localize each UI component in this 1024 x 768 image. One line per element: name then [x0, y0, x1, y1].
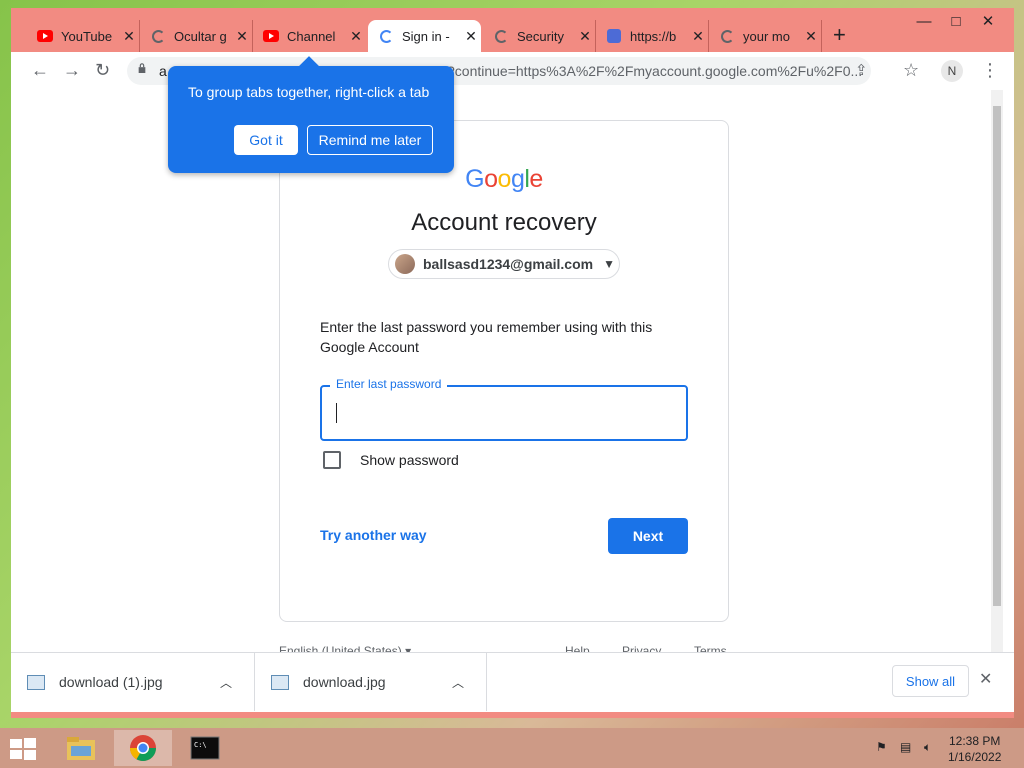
youtube-icon — [37, 28, 53, 44]
tab-your-mo[interactable]: your mo ✕ — [709, 20, 822, 52]
bookmark-star-icon[interactable]: ☆ — [903, 60, 919, 81]
tab-channel[interactable]: Channel ✕ — [253, 20, 366, 52]
close-tab-icon[interactable]: ✕ — [801, 28, 821, 45]
tab-sign-in[interactable]: Sign in - ✕ — [368, 20, 481, 52]
last-password-field[interactable]: Enter last password — [320, 377, 688, 441]
avatar — [395, 254, 415, 274]
lock-icon — [138, 63, 146, 73]
page-title: Account recovery — [411, 209, 597, 236]
got-it-button[interactable]: Got it — [234, 125, 298, 155]
terminal-icon[interactable]: C:\ — [176, 730, 234, 766]
try-another-way-button[interactable]: Try another way — [320, 527, 427, 543]
close-tab-icon[interactable]: ✕ — [461, 28, 481, 45]
youtube-icon — [263, 28, 279, 44]
image-file-icon — [27, 674, 45, 690]
share-icon[interactable]: ⇪ — [855, 61, 868, 79]
recovery-card: Google Account recovery ballsasd1234@gma… — [279, 120, 729, 622]
instruction-text: Enter the last password you remember usi… — [320, 319, 653, 355]
system-clock[interactable]: 12:38 PM 1/16/2022 — [948, 733, 1001, 765]
forward-arrow-icon[interactable]: → — [63, 60, 81, 81]
tab-title: Ocultar g — [174, 28, 227, 44]
download-name: download.jpg — [303, 674, 386, 690]
privacy-link[interactable]: Privacy — [622, 644, 661, 652]
tab-title: YouTube — [61, 28, 113, 44]
flag-icon[interactable]: ⚑ — [876, 740, 890, 754]
show-password-label[interactable]: Show password — [360, 452, 459, 468]
close-tab-icon[interactable]: ✕ — [688, 28, 708, 45]
tab-youtube[interactable]: YouTube ✕ — [27, 20, 140, 52]
field-label: Enter last password — [330, 377, 448, 391]
tab-ocultar[interactable]: Ocultar g ✕ — [140, 20, 253, 52]
google-icon — [150, 28, 166, 44]
close-tab-icon[interactable]: ✕ — [346, 28, 366, 45]
address-prefix: a — [159, 63, 167, 79]
profile-avatar[interactable]: N — [941, 60, 963, 82]
download-shelf: download (1).jpg ︿ download.jpg ︿ Show a… — [11, 652, 1014, 712]
url-text: ?continue=https%3A%2F%2Fmyaccount.google… — [447, 63, 863, 79]
minimize-button[interactable]: — — [909, 10, 939, 32]
show-all-button[interactable]: Show all — [892, 665, 969, 697]
maximize-button[interactable]: □ — [941, 10, 971, 32]
text-caret — [336, 403, 337, 423]
clock-time: 12:38 PM — [949, 734, 1001, 748]
svg-text:C:\: C:\ — [194, 741, 207, 749]
close-tab-icon[interactable]: ✕ — [232, 28, 252, 45]
tab-title: Sign in - — [402, 28, 450, 44]
windows-start-icon[interactable] — [8, 736, 38, 762]
remind-me-later-button[interactable]: Remind me later — [307, 125, 433, 155]
google-icon — [719, 28, 735, 44]
tab-group-tip-popover: To group tabs together, right-click a ta… — [168, 56, 454, 173]
bookmark-icon — [606, 28, 622, 44]
next-button[interactable]: Next — [608, 518, 688, 554]
page-content: Google Account recovery ballsasd1234@gma… — [11, 90, 1014, 652]
tab-title: Channel — [287, 28, 336, 44]
terms-link[interactable]: Terms — [694, 644, 727, 652]
account-chip[interactable]: ballsasd1234@gmail.com ▼ — [388, 249, 620, 279]
browser-toolbar: ← → ↻ a ?continue=https%3A%2F%2Fmyaccoun… — [11, 52, 1014, 90]
download-name: download (1).jpg — [59, 674, 163, 690]
chevron-up-icon[interactable]: ︿ — [220, 674, 240, 691]
tab-strip: YouTube ✕ Ocultar g ✕ Channel ✕ Sign in … — [11, 8, 1014, 52]
google-icon — [493, 28, 509, 44]
help-link[interactable]: Help — [565, 644, 590, 652]
new-tab-button[interactable]: + — [833, 22, 846, 48]
reload-icon[interactable]: ↻ — [95, 60, 110, 81]
scrollbar[interactable] — [991, 90, 1003, 652]
file-explorer-icon[interactable] — [52, 730, 110, 766]
chrome-icon[interactable] — [114, 730, 172, 766]
account-email: ballsasd1234@gmail.com — [423, 256, 594, 272]
show-password-checkbox[interactable] — [323, 451, 341, 469]
tab-bookmark[interactable]: https://b ✕ — [596, 20, 709, 52]
chevron-down-icon: ▼ — [603, 257, 615, 271]
taskbar: C:\ ⚑ ▤ 🔈︎ 12:38 PM 1/16/2022 — [0, 728, 1024, 768]
language-select[interactable]: English (United States) ▾ — [279, 644, 411, 652]
chevron-up-icon[interactable]: ︿ — [452, 674, 472, 691]
tab-title: https://b — [630, 28, 677, 44]
scrollbar-thumb[interactable] — [993, 106, 1001, 606]
popover-text: To group tabs together, right-click a ta… — [188, 84, 430, 100]
download-item[interactable]: download (1).jpg ︿ — [11, 653, 255, 711]
close-window-button[interactable]: ✕ — [973, 10, 1003, 32]
download-item[interactable]: download.jpg ︿ — [255, 653, 487, 711]
close-tab-icon[interactable]: ✕ — [119, 28, 139, 45]
image-file-icon — [271, 674, 289, 690]
menu-icon[interactable]: ⋮ — [981, 60, 999, 81]
google-icon — [378, 28, 394, 44]
close-shelf-icon[interactable]: ✕ — [979, 669, 992, 689]
tab-title: Security — [517, 28, 564, 44]
tab-title: your mo — [743, 28, 790, 44]
tab-security[interactable]: Security ✕ — [483, 20, 596, 52]
network-icon[interactable]: ▤ — [900, 740, 914, 754]
browser-window: YouTube ✕ Ocultar g ✕ Channel ✕ Sign in … — [11, 8, 1014, 718]
close-tab-icon[interactable]: ✕ — [575, 28, 595, 45]
volume-icon[interactable]: 🔈︎ — [924, 740, 938, 754]
clock-date: 1/16/2022 — [948, 750, 1002, 764]
language-label: English (United States) — [279, 644, 402, 652]
back-arrow-icon[interactable]: ← — [31, 60, 49, 81]
